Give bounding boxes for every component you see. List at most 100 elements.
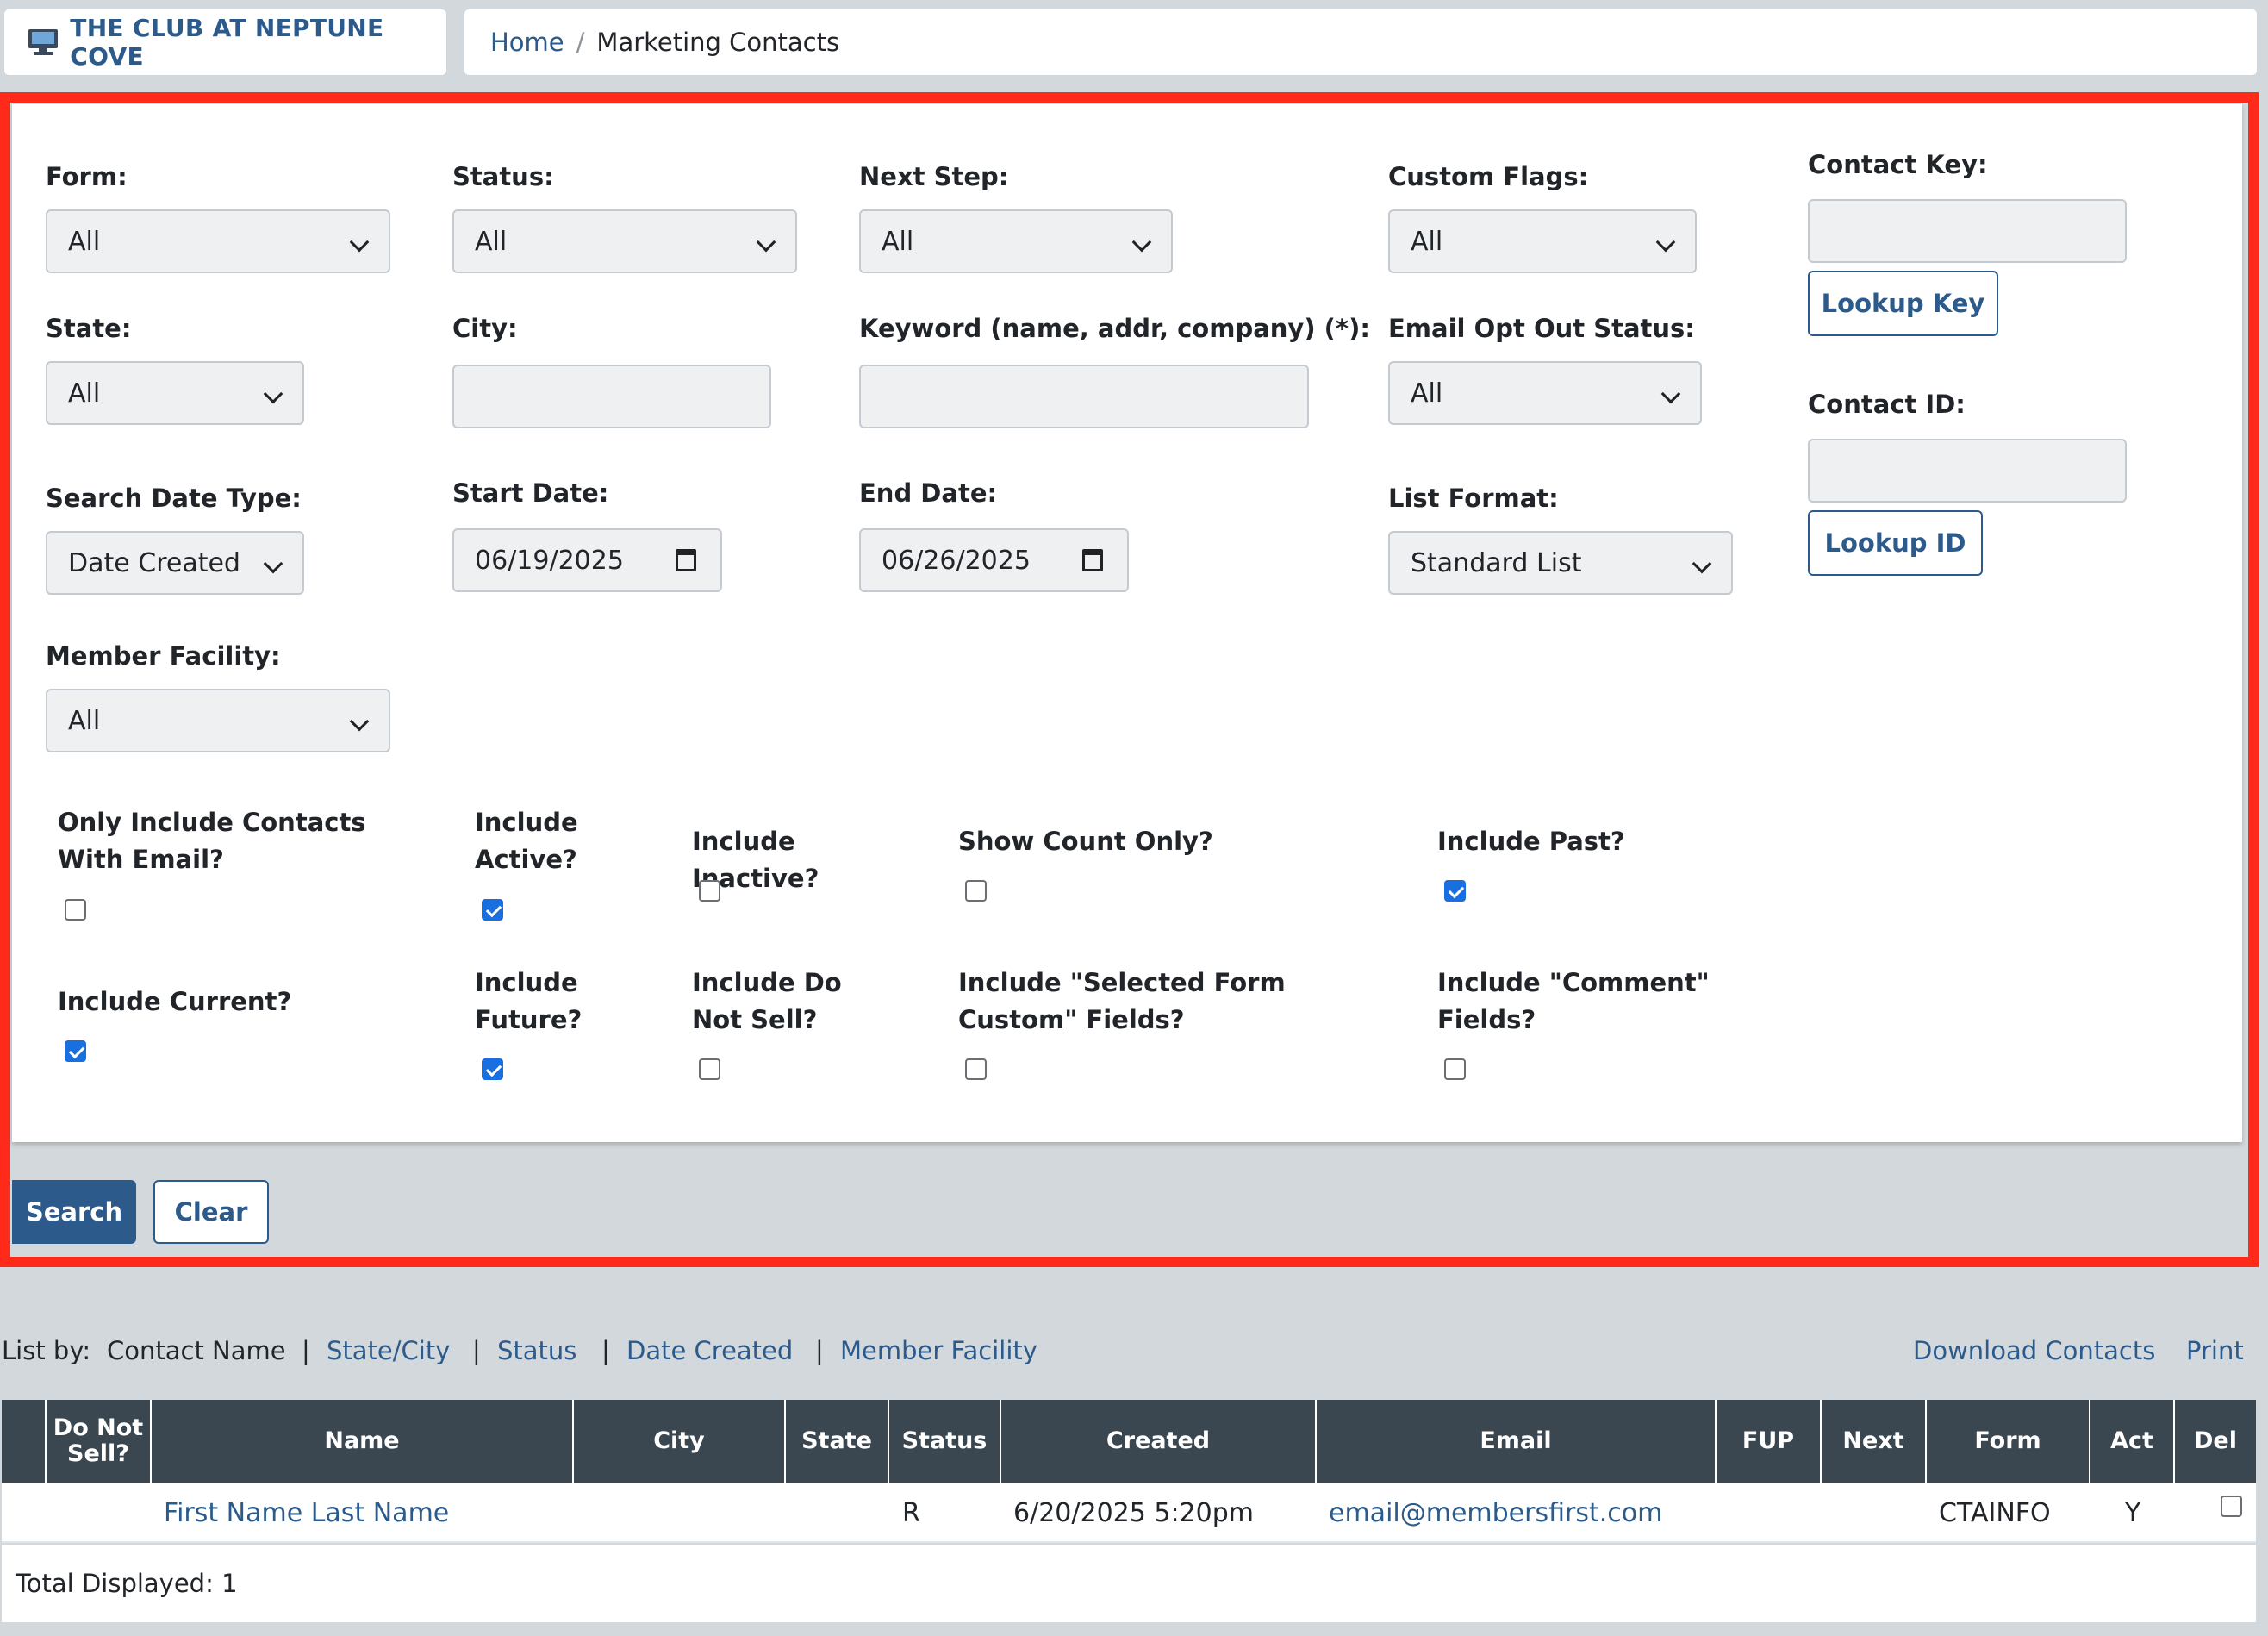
brand-header[interactable]: THE CLUB AT NEPTUNE COVE bbox=[3, 9, 447, 76]
form-select-value: All bbox=[68, 226, 101, 257]
search-button[interactable]: Search bbox=[12, 1180, 136, 1244]
start-date-input[interactable]: 06/19/2025 bbox=[452, 528, 722, 592]
state-select-value: All bbox=[68, 378, 101, 409]
only-email-checkbox[interactable] bbox=[65, 899, 86, 921]
state-select[interactable]: All bbox=[46, 361, 304, 425]
next-step-select-value: All bbox=[882, 226, 914, 257]
email-opt-out-label: Email Opt Out Status: bbox=[1388, 314, 1695, 343]
list-by-member-facility-link[interactable]: Member Facility bbox=[840, 1336, 1037, 1365]
include-do-not-sell-checkbox[interactable] bbox=[699, 1058, 720, 1080]
chevron-down-icon bbox=[1660, 384, 1681, 404]
member-facility-select-value: All bbox=[68, 705, 101, 736]
contact-act: Y bbox=[2125, 1497, 2141, 1528]
start-date-label: Start Date: bbox=[452, 478, 609, 508]
calendar-icon[interactable] bbox=[676, 549, 696, 571]
chevron-down-icon bbox=[1692, 553, 1712, 574]
include-active-label: Include Active? bbox=[475, 808, 578, 874]
status-label: Status: bbox=[452, 162, 554, 191]
column-header-email[interactable]: Email bbox=[1315, 1400, 1715, 1483]
email-opt-out-select[interactable]: All bbox=[1388, 361, 1702, 425]
contact-email-link[interactable]: email@membersfirst.com bbox=[1329, 1483, 1662, 1543]
next-step-select[interactable]: All bbox=[859, 209, 1173, 273]
lookup-key-button[interactable]: Lookup Key bbox=[1808, 271, 1998, 336]
brand-title: THE CLUB AT NEPTUNE COVE bbox=[70, 14, 384, 71]
end-date-input[interactable]: 06/26/2025 bbox=[859, 528, 1129, 592]
column-header-city[interactable]: City bbox=[572, 1400, 784, 1483]
chevron-down-icon bbox=[349, 711, 370, 732]
include-past-label: Include Past? bbox=[1437, 827, 1625, 856]
contact-id-input[interactable] bbox=[1808, 439, 2127, 503]
include-current-checkbox[interactable] bbox=[65, 1040, 86, 1062]
clear-button[interactable]: Clear bbox=[153, 1180, 269, 1244]
show-count-only-checkbox[interactable] bbox=[965, 880, 987, 902]
form-select[interactable]: All bbox=[46, 209, 390, 273]
include-selected-form-custom-checkbox[interactable] bbox=[965, 1058, 987, 1080]
include-current-label: Include Current? bbox=[58, 987, 292, 1016]
contact-created: 6/20/2025 5:20pm bbox=[1013, 1497, 1254, 1528]
end-date-value: 06/26/2025 bbox=[882, 545, 1031, 576]
custom-flags-label: Custom Flags: bbox=[1388, 162, 1589, 191]
custom-flags-select[interactable]: All bbox=[1388, 209, 1697, 273]
column-header-do-not-sell[interactable]: Do Not Sell? bbox=[45, 1400, 150, 1483]
include-inactive-label: Include Inactive? bbox=[692, 827, 819, 893]
include-past-checkbox[interactable] bbox=[1444, 880, 1466, 902]
include-future-label: Include Future? bbox=[475, 968, 583, 1034]
calendar-icon[interactable] bbox=[1082, 549, 1103, 571]
column-header-fup[interactable]: FUP bbox=[1715, 1400, 1820, 1483]
search-date-type-select-value: Date Created bbox=[68, 547, 240, 578]
list-by-current: Contact Name bbox=[107, 1336, 286, 1365]
breadcrumb-separator: / bbox=[576, 28, 585, 57]
next-step-label: Next Step: bbox=[859, 162, 1009, 191]
column-header-name[interactable]: Name bbox=[150, 1400, 572, 1483]
column-header-status[interactable]: Status bbox=[888, 1400, 1000, 1483]
list-format-label: List Format: bbox=[1388, 484, 1559, 513]
total-displayed: Total Displayed: 1 bbox=[2, 1545, 2256, 1622]
column-header-state[interactable]: State bbox=[784, 1400, 888, 1483]
list-by-status-link[interactable]: Status bbox=[497, 1336, 576, 1365]
filter-panel: Form: All Status: All Next Step: All Cus… bbox=[12, 104, 2242, 1142]
contact-name-link[interactable]: First Name Last Name bbox=[164, 1483, 449, 1543]
search-date-type-label: Search Date Type: bbox=[46, 484, 302, 513]
city-input[interactable] bbox=[452, 365, 771, 428]
column-header-del[interactable]: Del bbox=[2173, 1400, 2256, 1483]
list-by-separator: | bbox=[601, 1336, 610, 1365]
start-date-value: 06/19/2025 bbox=[475, 545, 624, 576]
chevron-down-icon bbox=[263, 384, 284, 404]
search-date-type-select[interactable]: Date Created bbox=[46, 531, 304, 595]
chevron-down-icon bbox=[1131, 232, 1152, 253]
breadcrumb-current: Marketing Contacts bbox=[596, 28, 840, 57]
contact-key-input[interactable] bbox=[1808, 199, 2127, 263]
end-date-label: End Date: bbox=[859, 478, 998, 508]
state-label: State: bbox=[46, 314, 132, 343]
chevron-down-icon bbox=[349, 232, 370, 253]
column-header-form[interactable]: Form bbox=[1925, 1400, 2089, 1483]
chevron-down-icon bbox=[1655, 232, 1676, 253]
include-do-not-sell-label: Include Do Not Sell? bbox=[692, 968, 842, 1034]
member-facility-label: Member Facility: bbox=[46, 641, 281, 671]
download-contacts-link[interactable]: Download Contacts bbox=[1913, 1336, 2155, 1365]
contacts-table-header: Do Not Sell? Name City State Status Crea… bbox=[2, 1400, 2256, 1483]
monitor-icon bbox=[28, 29, 58, 55]
column-header-created[interactable]: Created bbox=[1000, 1400, 1315, 1483]
include-inactive-checkbox[interactable] bbox=[699, 880, 720, 902]
chevron-down-icon bbox=[263, 553, 284, 574]
status-select[interactable]: All bbox=[452, 209, 797, 273]
keyword-label: Keyword (name, addr, company) (*): bbox=[859, 314, 1370, 343]
print-link[interactable]: Print bbox=[2186, 1336, 2244, 1365]
include-future-checkbox[interactable] bbox=[482, 1058, 503, 1080]
column-header-act[interactable]: Act bbox=[2089, 1400, 2173, 1483]
include-comment-label: Include "Comment" Fields? bbox=[1437, 968, 1710, 1034]
list-by-date-created-link[interactable]: Date Created bbox=[626, 1336, 793, 1365]
lookup-id-button[interactable]: Lookup ID bbox=[1808, 510, 1983, 576]
include-active-checkbox[interactable] bbox=[482, 899, 503, 921]
delete-row-checkbox[interactable] bbox=[2221, 1496, 2242, 1517]
breadcrumb-home-link[interactable]: Home bbox=[490, 28, 564, 57]
list-by-separator: | bbox=[472, 1336, 481, 1365]
include-comment-checkbox[interactable] bbox=[1444, 1058, 1466, 1080]
list-format-select[interactable]: Standard List bbox=[1388, 531, 1733, 595]
list-by-prefix: List by: bbox=[2, 1336, 91, 1365]
keyword-input[interactable] bbox=[859, 365, 1309, 428]
member-facility-select[interactable]: All bbox=[46, 689, 390, 752]
column-header-next[interactable]: Next bbox=[1820, 1400, 1925, 1483]
list-by-state-city-link[interactable]: State/City bbox=[327, 1336, 450, 1365]
